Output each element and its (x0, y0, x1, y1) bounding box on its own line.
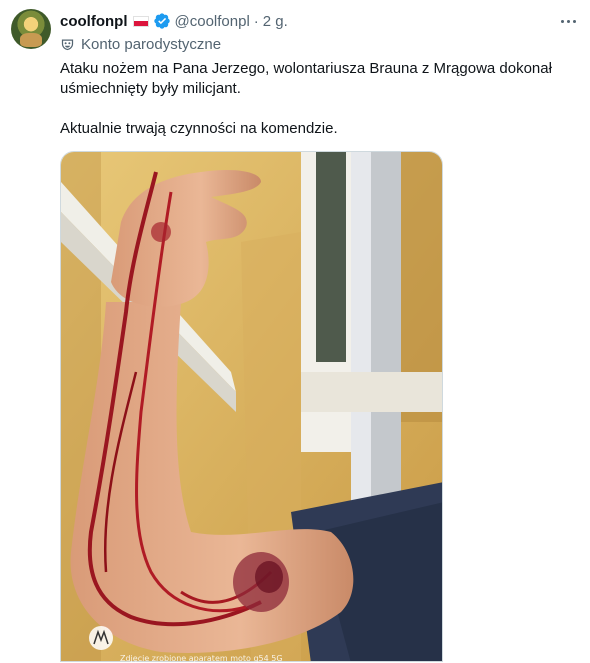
more-options-icon[interactable] (555, 11, 581, 31)
poland-flag-icon (132, 15, 149, 27)
avatar[interactable] (11, 9, 51, 49)
tweet[interactable]: coolfonpl @coolfonpl · 2 g. Konto parody… (0, 0, 590, 663)
user-handle[interactable]: @coolfonpl (175, 13, 250, 30)
tweet-paragraph: Aktualnie trwają czynności na komendzie. (60, 120, 338, 137)
photo-illustration (61, 152, 442, 661)
parody-mask-icon (61, 39, 74, 50)
separator-dot: · (253, 12, 259, 30)
tweet-paragraph: Ataku nożem na Pana Jerzego, wolontarius… (60, 60, 552, 97)
parody-label: Konto parodystyczne (60, 35, 221, 53)
tweet-header: coolfonpl @coolfonpl · 2 g. (60, 11, 288, 31)
timestamp[interactable]: 2 g. (263, 13, 288, 30)
verified-badge-icon[interactable] (153, 12, 171, 30)
tweet-text: Ataku nożem na Pana Jerzego, wolontarius… (60, 59, 580, 139)
display-name[interactable]: coolfonpl (60, 13, 128, 30)
parody-label-text: Konto parodystyczne (81, 35, 222, 53)
tweet-photo[interactable] (60, 151, 443, 662)
